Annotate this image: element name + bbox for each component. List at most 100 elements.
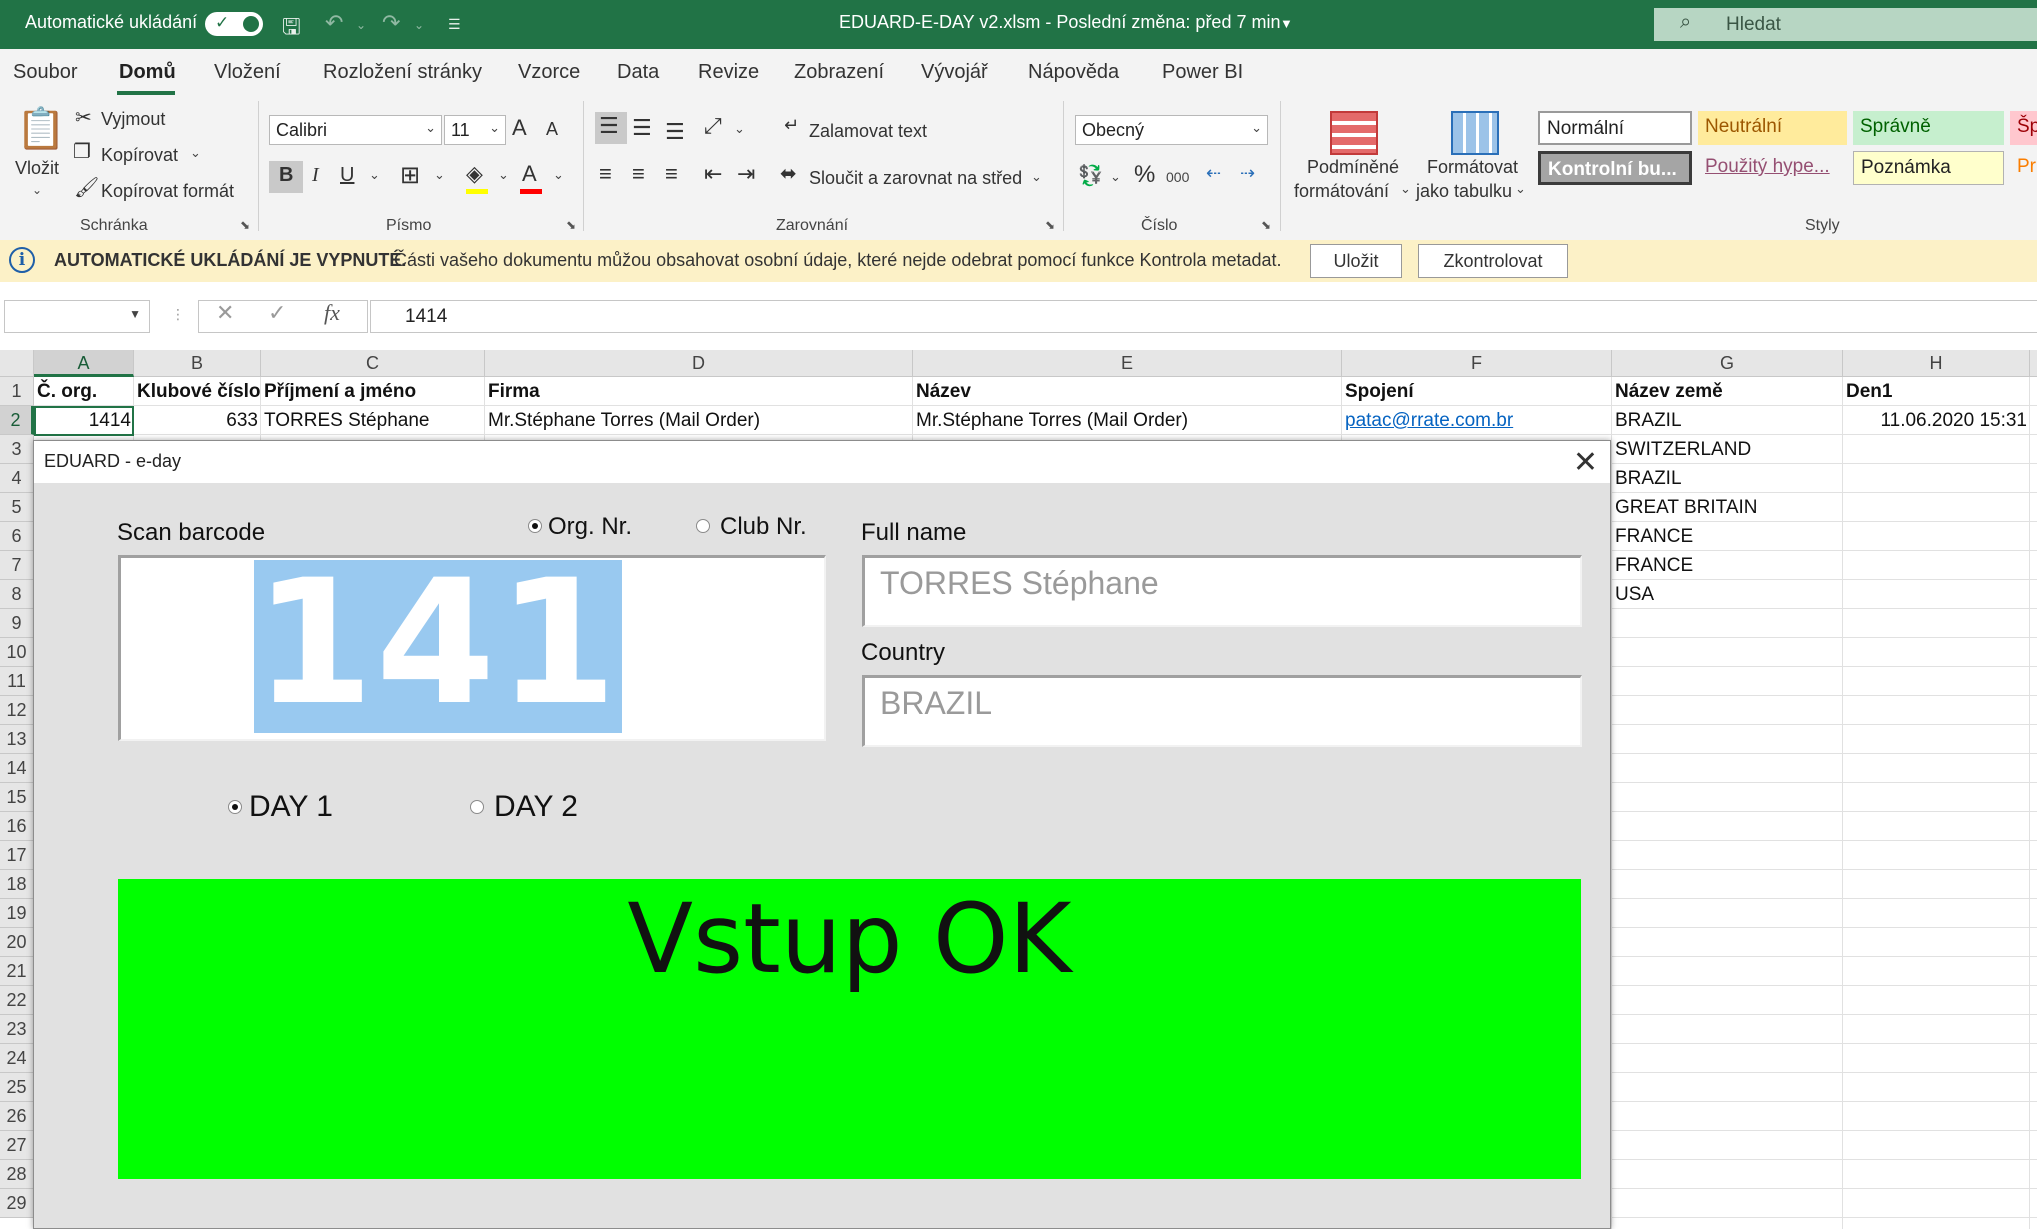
conditional-formatting-line1[interactable]: Podmíněné (1307, 157, 1399, 178)
row-header-13[interactable]: 13 (0, 725, 34, 754)
column-header-e[interactable]: E (913, 350, 1342, 377)
format-as-table-line2[interactable]: jako tabulku (1416, 181, 1512, 202)
column-header-g[interactable]: G (1612, 350, 1843, 377)
day1-label[interactable]: DAY 1 (249, 790, 333, 824)
row-header-22[interactable]: 22 (0, 986, 34, 1015)
tab-zobrazeni[interactable]: Zobrazení (794, 61, 884, 84)
copy-button[interactable]: Kopírovat (101, 145, 178, 166)
select-all-corner[interactable] (0, 350, 34, 377)
customize-quick-access-icon[interactable]: ☰ (448, 16, 461, 33)
copy-dropdown-icon[interactable]: ⌄ (190, 145, 201, 161)
copy-icon[interactable]: ❐ (73, 139, 91, 164)
paste-dropdown-icon[interactable]: ⌄ (32, 183, 42, 197)
format-painter-button[interactable]: Kopírovat formát (101, 181, 234, 202)
row-header-5[interactable]: 5 (0, 493, 34, 522)
style-input[interactable]: Pr (2010, 151, 2037, 185)
cell-a1[interactable]: Č. org. (34, 377, 134, 406)
conditional-formatting-line2[interactable]: formátování (1294, 181, 1389, 202)
grow-font-icon[interactable]: A (512, 115, 527, 141)
cell-c1[interactable]: Příjmení a jméno (261, 377, 485, 406)
font-name-select[interactable]: Calibri ⌄ (269, 115, 442, 145)
align-top-icon[interactable]: ☰ (599, 113, 619, 139)
bold-button[interactable]: B (279, 164, 293, 187)
redo-icon[interactable]: ↷ (382, 10, 400, 36)
cell-g4[interactable]: BRAZIL (1612, 464, 1843, 493)
column-header-d[interactable]: D (485, 350, 913, 377)
row-header-20[interactable]: 20 (0, 928, 34, 957)
as-table-dropdown-icon[interactable]: ⌄ (1515, 181, 1526, 197)
club-nr-label[interactable]: Club Nr. (720, 513, 807, 541)
wrap-text-button[interactable]: Zalamovat text (809, 121, 927, 142)
autosave-toggle[interactable]: ✓ (205, 12, 263, 36)
style-check-cell[interactable]: Kontrolní bu... (1538, 151, 1692, 185)
number-format-select[interactable]: Obecný ⌄ (1075, 115, 1268, 145)
cell-e2[interactable]: Mr.Stéphane Torres (Mail Order) (913, 406, 1342, 435)
row-header-28[interactable]: 28 (0, 1160, 34, 1189)
row-header-15[interactable]: 15 (0, 783, 34, 812)
row-header-24[interactable]: 24 (0, 1044, 34, 1073)
conditional-formatting-icon[interactable] (1330, 111, 1378, 155)
redo-dropdown-icon[interactable]: ⌄ (414, 18, 424, 32)
row-header-1[interactable]: 1 (0, 377, 34, 406)
fill-color-dropdown-icon[interactable]: ⌄ (498, 167, 509, 183)
clipboard-launcher-icon[interactable]: ⬊ (240, 218, 250, 232)
tab-vlozeni[interactable]: Vložení (214, 61, 281, 84)
cancel-icon[interactable]: ✕ (216, 300, 234, 326)
style-bad[interactable]: Šp (2010, 111, 2037, 145)
row-header-12[interactable]: 12 (0, 696, 34, 725)
row-header-25[interactable]: 25 (0, 1073, 34, 1102)
decrease-decimal-icon[interactable]: ⇢ (1240, 163, 1255, 184)
undo-dropdown-icon[interactable]: ⌄ (356, 18, 366, 32)
cell-g1[interactable]: Název země (1612, 377, 1843, 406)
number-launcher-icon[interactable]: ⬊ (1261, 218, 1271, 232)
day2-label[interactable]: DAY 2 (494, 790, 578, 824)
title-dropdown-icon[interactable]: ▼ (1280, 16, 1293, 31)
save-button[interactable]: Uložit (1310, 244, 1402, 278)
day2-radio[interactable] (470, 800, 484, 814)
cell-f2-email-link[interactable]: patac@rrate.com.br (1342, 406, 1612, 435)
increase-indent-icon[interactable]: ⇥ (737, 161, 755, 187)
cell-g3[interactable]: SWITZERLAND (1612, 435, 1843, 464)
borders-icon[interactable]: ⊞ (400, 161, 420, 190)
wrap-text-icon[interactable]: ↵ (784, 115, 799, 136)
font-color-icon[interactable]: A (522, 161, 537, 187)
thousands-button[interactable]: 000 (1166, 169, 1189, 185)
paste-icon[interactable]: 📋 (16, 105, 66, 152)
row-header-6[interactable]: 6 (0, 522, 34, 551)
tab-soubor[interactable]: Soubor (13, 61, 78, 84)
shrink-font-icon[interactable]: A (546, 119, 558, 140)
cell-f1[interactable]: Spojení (1342, 377, 1612, 406)
currency-icon[interactable]: 💱 (1078, 163, 1103, 188)
orientation-icon[interactable]: ⤢ (704, 113, 722, 139)
tab-rozlozeni-stranky[interactable]: Rozložení stránky (323, 61, 482, 84)
cell-g6[interactable]: FRANCE (1612, 522, 1843, 551)
cell-d1[interactable]: Firma (485, 377, 913, 406)
orientation-dropdown-icon[interactable]: ⌄ (734, 121, 745, 137)
scissors-icon[interactable]: ✂ (75, 105, 92, 130)
align-bottom-icon[interactable]: ☰ (665, 119, 685, 145)
country-field[interactable]: BRAZIL (862, 675, 1582, 747)
formula-input[interactable]: 1414 (370, 300, 2037, 333)
row-header-14[interactable]: 14 (0, 754, 34, 783)
cell-g5[interactable]: GREAT BRITAIN (1612, 493, 1843, 522)
merge-center-button[interactable]: Sloučit a zarovnat na střed (809, 168, 1022, 189)
style-neutral[interactable]: Neutrální (1698, 111, 1847, 145)
row-header-9[interactable]: 9 (0, 609, 34, 638)
barcode-input[interactable]: 1414 (118, 542, 826, 743)
column-header-b[interactable]: B (134, 350, 261, 377)
row-header-19[interactable]: 19 (0, 899, 34, 928)
row-header-17[interactable]: 17 (0, 841, 34, 870)
style-normal[interactable]: Normální (1538, 111, 1692, 145)
font-size-select[interactable]: 11 ⌄ (444, 115, 506, 145)
tab-napoveda[interactable]: Nápověda (1028, 61, 1119, 84)
row-header-3[interactable]: 3 (0, 435, 34, 464)
merge-dropdown-icon[interactable]: ⌄ (1031, 169, 1042, 185)
percent-button[interactable]: % (1134, 161, 1155, 189)
align-left-icon[interactable]: ≡ (599, 161, 612, 187)
tab-vyvojar[interactable]: Vývojář (921, 61, 988, 84)
close-icon[interactable]: ✕ (1573, 445, 1598, 480)
borders-dropdown-icon[interactable]: ⌄ (434, 167, 445, 183)
tab-power-bi[interactable]: Power BI (1162, 61, 1243, 84)
org-nr-radio[interactable] (528, 519, 542, 533)
row-header-23[interactable]: 23 (0, 1015, 34, 1044)
